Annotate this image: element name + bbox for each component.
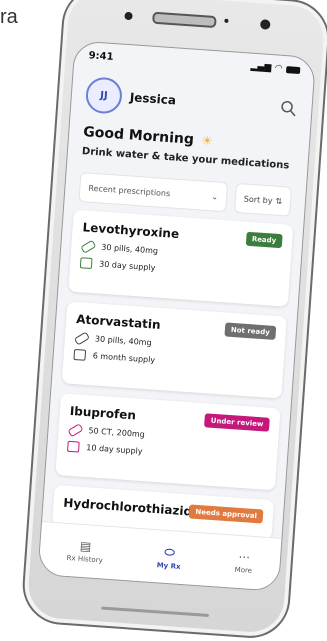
more-icon: ··· xyxy=(238,549,251,565)
prescription-card[interactable]: Atorvastatin Not ready 30 pills, 40mg 6 … xyxy=(61,301,287,399)
status-badge: Needs approval xyxy=(188,504,264,524)
pill-icon xyxy=(80,239,97,254)
status-time: 9:41 xyxy=(88,49,114,63)
history-icon: ▤ xyxy=(79,538,92,554)
speaker-grille xyxy=(152,11,217,29)
nav-more[interactable]: ··· More xyxy=(234,550,253,575)
nav-label: My Rx xyxy=(156,560,181,571)
sort-arrows-icon: ⇅ xyxy=(275,196,283,206)
user-name: Jessica xyxy=(129,90,177,108)
phone-mockup: 9:41 ▂▄▆ ◠ JJ Jessica Good Morning ☀ Dri… xyxy=(20,0,327,641)
supply-text: 6 month supply xyxy=(92,351,156,365)
prescription-card[interactable]: Ibuprofen Under review 50 CT, 200mg 10 d… xyxy=(55,393,281,491)
avatar-initials: JJ xyxy=(99,89,109,102)
dose-text: 30 pills, 40mg xyxy=(101,242,159,256)
prescriptions-dropdown[interactable]: Recent prescriptions ⌄ xyxy=(78,171,229,213)
search-icon[interactable] xyxy=(279,99,298,118)
nav-rx-history[interactable]: ▤ Rx History xyxy=(66,538,104,565)
status-icons: ▂▄▆ ◠ xyxy=(250,61,301,75)
avatar[interactable]: JJ xyxy=(84,76,124,115)
battery-icon xyxy=(285,65,301,74)
sun-icon: ☀ xyxy=(201,133,213,149)
signal-icon: ▂▄▆ xyxy=(250,61,272,74)
pill-icon xyxy=(67,422,84,437)
calendar-icon xyxy=(79,257,93,270)
nav-label: Rx History xyxy=(66,553,104,565)
dose-text: 30 pills, 40mg xyxy=(94,334,152,348)
app-header: JJ Jessica xyxy=(84,74,299,129)
front-sensor-icon xyxy=(124,11,133,21)
status-badge: Not ready xyxy=(224,322,277,340)
pill-icon xyxy=(73,330,91,346)
supply-text: 30 day supply xyxy=(98,259,156,273)
nav-label: More xyxy=(234,565,253,575)
sensor-dot-icon xyxy=(224,18,229,23)
pill-icon: ⬭ xyxy=(164,544,176,559)
prescription-card[interactable]: Levothyroxine Ready 30 pills, 40mg 30 da… xyxy=(68,209,294,307)
greeting-subtitle: Drink water & take your medications xyxy=(81,146,290,172)
supply-text: 10 day supply xyxy=(86,443,143,456)
camera-icon xyxy=(259,19,271,30)
greeting-text: Good Morning xyxy=(82,124,195,148)
nav-my-rx[interactable]: ⬭ My Rx xyxy=(156,544,182,571)
calendar-icon xyxy=(73,348,87,361)
app-screen: 9:41 ▂▄▆ ◠ JJ Jessica Good Morning ☀ Dri… xyxy=(37,40,317,592)
dropdown-label: Recent prescriptions xyxy=(88,183,171,198)
wifi-icon: ◠ xyxy=(274,63,283,74)
sort-button[interactable]: Sort by ⇅ xyxy=(234,182,293,217)
sort-label: Sort by xyxy=(243,193,273,205)
prescription-list: Levothyroxine Ready 30 pills, 40mg 30 da… xyxy=(51,209,294,551)
partial-text: ra xyxy=(0,6,18,28)
status-badge: Under review xyxy=(204,413,270,432)
calendar-icon xyxy=(66,440,80,453)
status-badge: Ready xyxy=(245,231,283,249)
filter-bar: Recent prescriptions ⌄ Sort by ⇅ xyxy=(78,171,293,217)
dose-text: 50 CT, 200mg xyxy=(88,426,146,440)
greeting-title: Good Morning ☀ xyxy=(83,124,213,149)
chevron-down-icon: ⌄ xyxy=(211,191,219,202)
